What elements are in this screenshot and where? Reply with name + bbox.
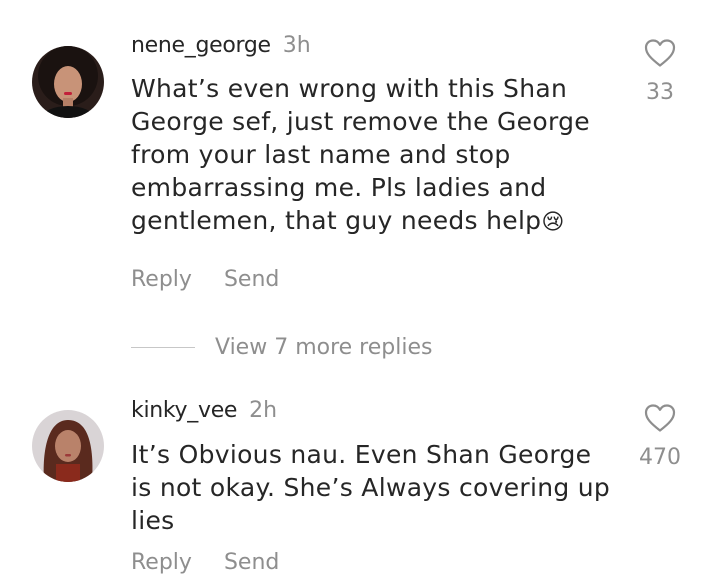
- comment-line: embarrassing me. Pls ladies and: [131, 173, 547, 202]
- send-button[interactable]: Send: [224, 267, 279, 292]
- avatar[interactable]: [32, 46, 104, 118]
- avatar[interactable]: [32, 410, 104, 482]
- comment-header: kinky_vee 2h: [131, 398, 277, 423]
- comment-line: What’s even wrong with this Shan: [131, 74, 568, 103]
- comment-line-text: gentlemen, that guy needs help: [131, 206, 542, 235]
- heart-outline-icon: [644, 404, 676, 432]
- comment-line: George sef, just remove the George: [131, 107, 590, 136]
- comment-actions: Reply Send: [131, 550, 279, 575]
- crying-face-emoji: 😢: [541, 210, 565, 235]
- username[interactable]: nene_george: [131, 33, 271, 58]
- heart-outline-icon: [644, 39, 676, 67]
- timestamp: 3h: [282, 33, 311, 58]
- comment-line: is not okay. She’s Always covering up: [131, 473, 611, 502]
- comment-line: gentlemen, that guy needs help😢: [131, 204, 621, 239]
- timestamp: 2h: [249, 398, 278, 423]
- comment-text: It’s Obvious nau. Even Shan George is no…: [131, 438, 621, 537]
- view-more-replies-button[interactable]: View 7 more replies: [131, 335, 432, 365]
- reply-button[interactable]: Reply: [131, 267, 192, 292]
- like-count: 33: [646, 80, 674, 105]
- like-button[interactable]: 470: [634, 403, 686, 470]
- view-more-replies-label: View 7 more replies: [215, 335, 433, 360]
- username[interactable]: kinky_vee: [131, 398, 237, 423]
- comment-line: It’s Obvious nau. Even Shan George: [131, 440, 592, 469]
- comment-header: nene_george 3h: [131, 33, 311, 58]
- comment-line: from your last name and stop: [131, 140, 511, 169]
- replies-divider: [131, 347, 195, 348]
- like-count: 470: [639, 445, 681, 470]
- comment-actions: Reply Send: [131, 267, 279, 292]
- send-button[interactable]: Send: [224, 550, 279, 575]
- comment-line: lies: [131, 506, 175, 535]
- comment-text: What’s even wrong with this Shan George …: [131, 72, 621, 239]
- reply-button[interactable]: Reply: [131, 550, 192, 575]
- like-button[interactable]: 33: [634, 38, 686, 105]
